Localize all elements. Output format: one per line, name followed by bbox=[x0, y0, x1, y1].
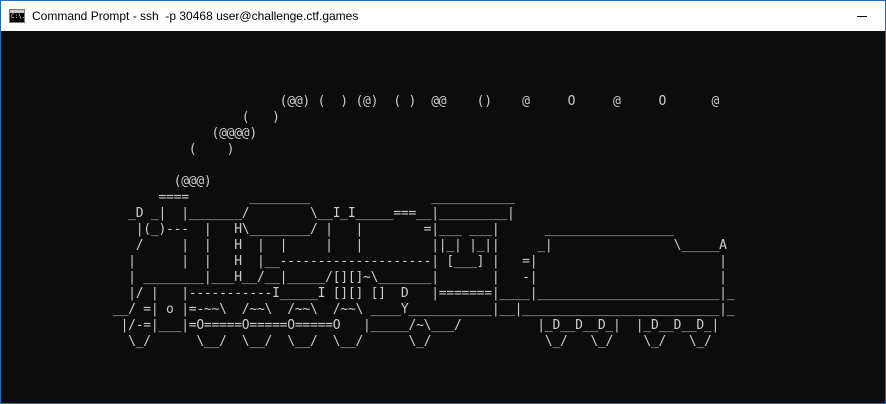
minimize-icon bbox=[857, 15, 867, 17]
cmd-icon-text: C:\. bbox=[11, 13, 26, 20]
console-line: (@@@) bbox=[113, 174, 212, 189]
console-line: | | | H |__--------------------| [___] |… bbox=[113, 254, 727, 269]
console-line: _D _| |_______/ \__I_I_____===__|_______… bbox=[113, 206, 515, 221]
console-line: __/ =| o |=-~~\ /~~\ /~~\ /~~\ ____Y____… bbox=[113, 302, 735, 317]
console-line: / | | H | | | | ||_| |_|| _| \_____A bbox=[113, 238, 727, 253]
console-line: ==== ________ ___________ bbox=[113, 190, 515, 205]
console-line: |/ | |-----------I_____I [][] [] D |====… bbox=[113, 286, 735, 301]
console-line: |(_)--- | H\________/ | | =|___ ___| ___… bbox=[113, 222, 674, 237]
console-output: (@@) ( ) (@) ( ) @@ () @ O @ O @ ( ) (@@… bbox=[113, 94, 735, 350]
console-area[interactable]: (@@) ( ) (@) ( ) @@ () @ O @ O @ ( ) (@@… bbox=[1, 31, 885, 403]
cmd-icon: C:\. bbox=[9, 9, 25, 23]
console-line: (@@@@) bbox=[113, 126, 257, 141]
minimize-button[interactable] bbox=[839, 1, 885, 31]
console-line: \_/ \__/ \__/ \__/ \__/ \_/ \_/ \_/ \_/ … bbox=[113, 334, 712, 349]
console-line: |/-=|___|=O=====O=====O=====O |_____/~\_… bbox=[113, 318, 720, 333]
window-controls bbox=[839, 1, 885, 31]
console-line: | ________|___H__/__|_____/[][]~\_______… bbox=[113, 270, 727, 285]
window-title: Command Prompt - ssh -p 30468 user@chall… bbox=[32, 9, 359, 23]
console-line: ( ) bbox=[113, 142, 235, 157]
title-bar[interactable]: C:\. Command Prompt - ssh -p 30468 user@… bbox=[1, 1, 885, 31]
command-prompt-window: C:\. Command Prompt - ssh -p 30468 user@… bbox=[0, 0, 886, 404]
console-line: ( ) bbox=[113, 110, 280, 125]
console-line: (@@) ( ) (@) ( ) @@ () @ O @ O @ bbox=[113, 94, 720, 109]
